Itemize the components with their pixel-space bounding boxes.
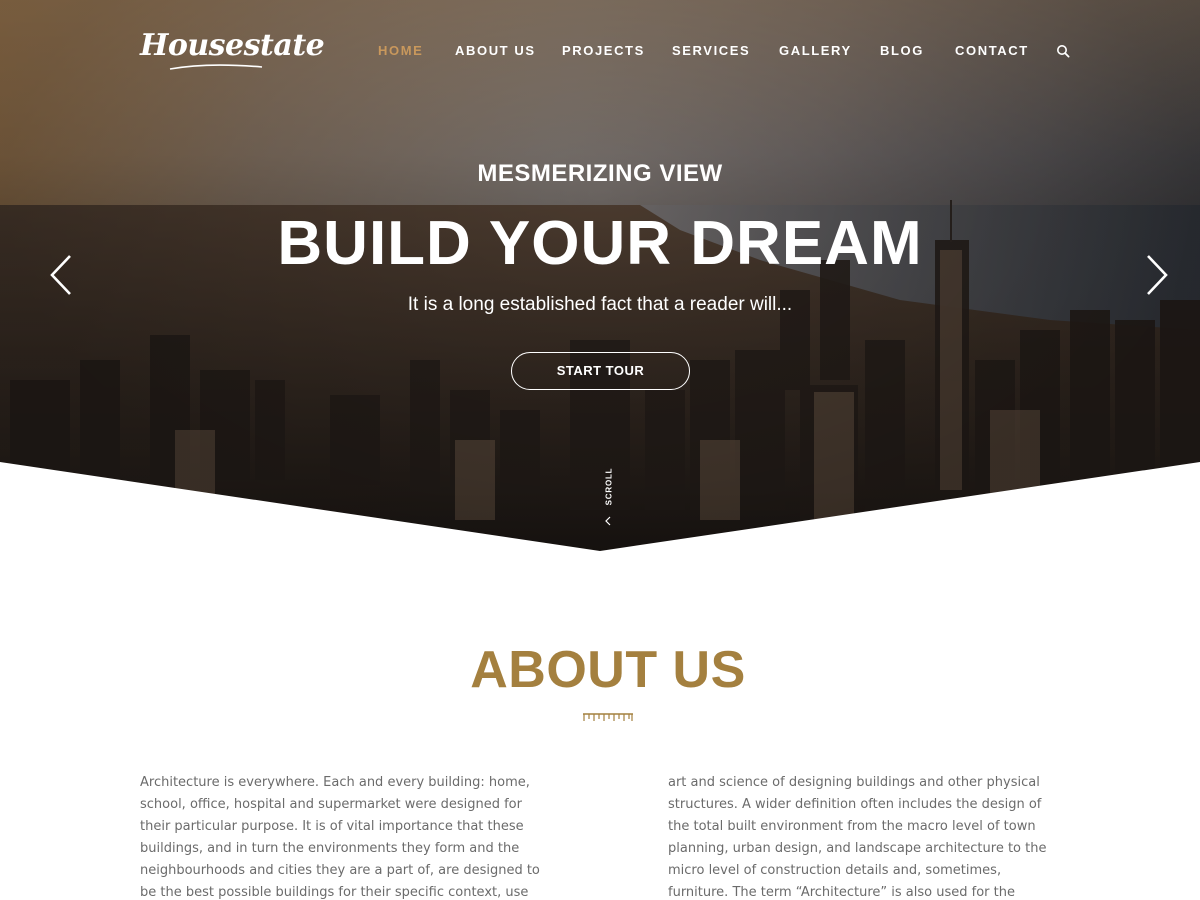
scroll-label: SCROLL	[604, 467, 614, 506]
about-text-right: art and science of designing buildings a…	[668, 775, 1047, 900]
chevron-left-icon[interactable]	[46, 252, 76, 298]
hero-kicker: MESMERIZING VIEW	[477, 160, 723, 187]
nav-item-about-us[interactable]: ABOUT US	[455, 43, 536, 58]
logo-swash-icon	[169, 64, 263, 70]
about-text-left: Architecture is everywhere. Each and eve…	[140, 775, 540, 900]
nav-item-services[interactable]: SERVICES	[672, 43, 750, 58]
about-title: ABOUT US	[470, 641, 746, 699]
start-tour-button[interactable]: START TOUR	[511, 352, 690, 390]
chevron-down-icon	[605, 516, 611, 526]
nav-item-gallery[interactable]: GALLERY	[779, 43, 852, 58]
ruler-icon	[583, 713, 633, 721]
search-icon[interactable]	[1056, 44, 1070, 58]
hero-subline: It is a long established fact that a rea…	[407, 294, 793, 315]
main-nav: HOME ABOUT US PROJECTS SERVICES GALLERY …	[0, 43, 1200, 63]
chevron-right-icon[interactable]	[1142, 252, 1172, 298]
nav-item-blog[interactable]: BLOG	[880, 43, 924, 58]
nav-item-contact[interactable]: CONTACT	[955, 43, 1029, 58]
nav-item-projects[interactable]: PROJECTS	[562, 43, 645, 58]
hero-headline: BUILD YOUR DREAM	[277, 209, 923, 278]
scroll-indicator[interactable]: SCROLL	[597, 468, 621, 528]
nav-item-home[interactable]: HOME	[378, 43, 423, 58]
